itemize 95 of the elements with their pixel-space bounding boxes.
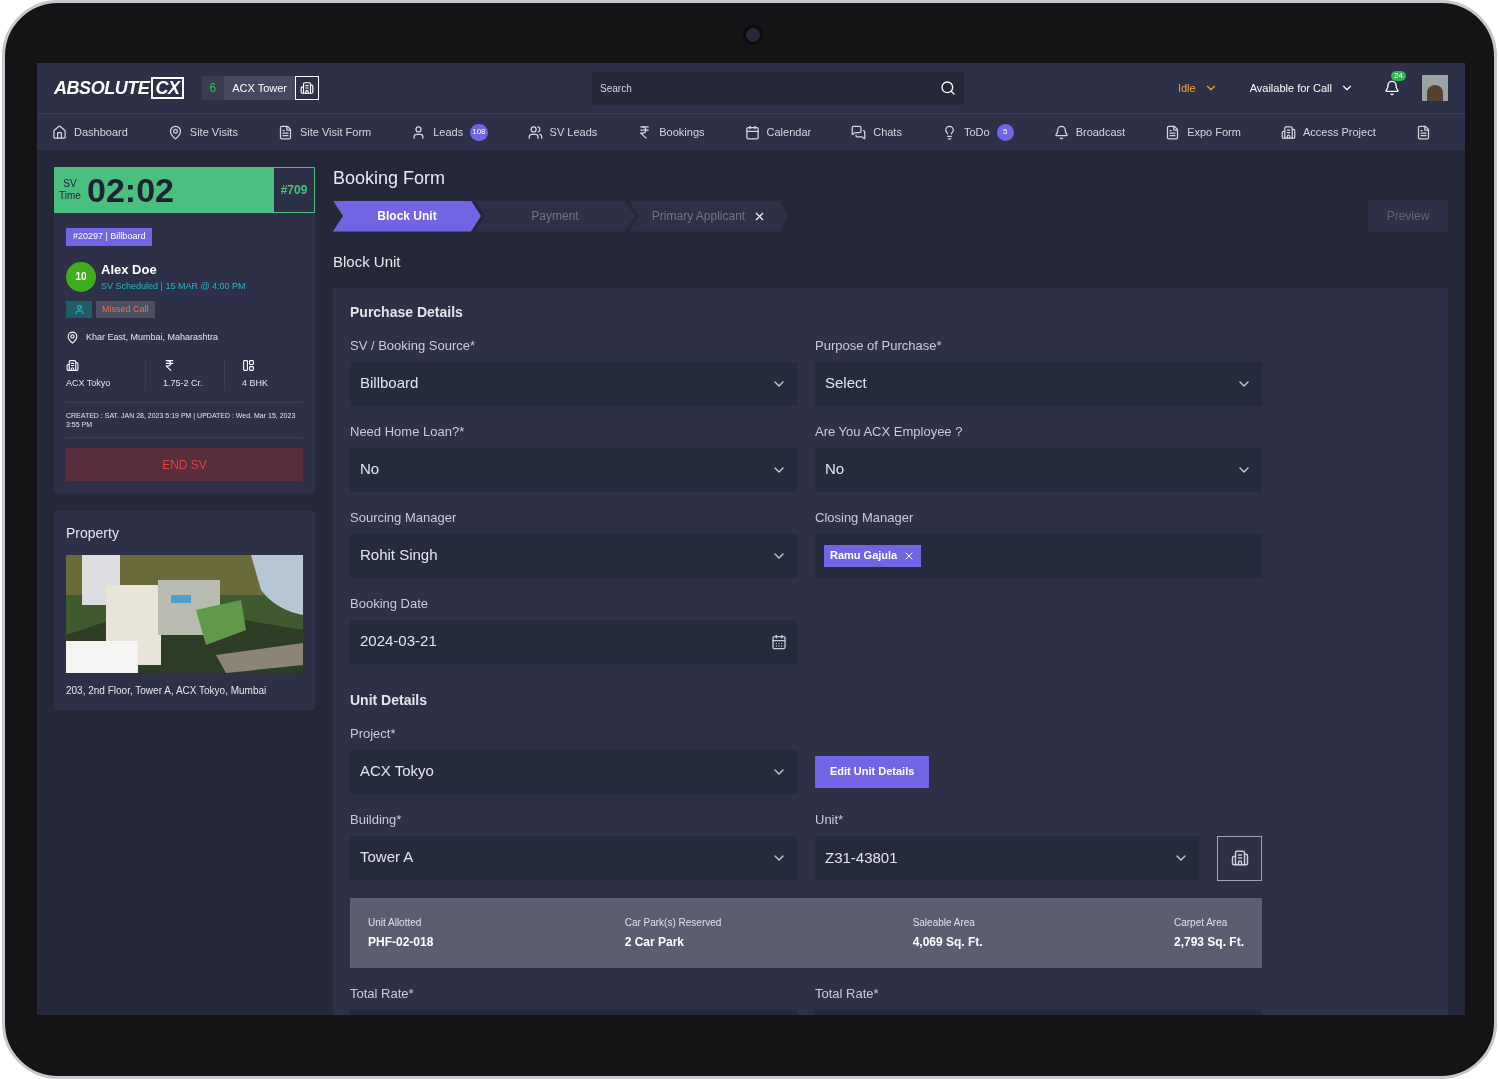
select-field[interactable]: No xyxy=(815,447,1262,492)
lead-stat: 4 BHK xyxy=(242,376,269,390)
nav-item[interactable]: Calendar xyxy=(744,123,812,141)
field-label: Closing Manager xyxy=(815,509,915,526)
property-address: 203, 2nd Floor, Tower A, ACX Tokyo, Mumbai xyxy=(66,685,268,697)
map-pin-icon xyxy=(66,331,79,345)
count-badge: 5 xyxy=(996,123,1014,141)
select-field[interactable]: Z31-43801 xyxy=(815,836,1199,880)
nav-item[interactable]: Leads 108 xyxy=(411,123,488,141)
timer-label: SV Time xyxy=(58,178,82,202)
step-tab[interactable]: Block Unit xyxy=(333,200,481,232)
call-status-tag: Missed Call xyxy=(96,301,155,318)
availability-dropdown[interactable]: Available for Call xyxy=(1249,79,1354,97)
section-title: Block Unit xyxy=(333,252,402,272)
summary-value: PHF-02-018 xyxy=(368,933,434,951)
building-icon xyxy=(300,81,315,95)
document-icon xyxy=(277,124,293,140)
summary-label: Saleable Area xyxy=(912,915,976,930)
summary-label: Car Park(s) Reserved xyxy=(624,915,722,930)
field-label: Total Rate* xyxy=(815,985,880,1002)
select-field[interactable]: Rohit Singh xyxy=(350,533,797,578)
date-field[interactable]: 2024-03-21 xyxy=(350,619,797,664)
lead-stat: 1.75-2 Cr. xyxy=(163,376,204,390)
summary-label: Unit Allotted xyxy=(368,915,423,930)
selected-tag[interactable]: Ramu Gajula xyxy=(824,544,922,567)
nav-item[interactable]: Site Visit Form xyxy=(277,123,372,141)
select-field[interactable]: ACX Tokyo xyxy=(350,749,797,794)
document-icon xyxy=(1165,124,1181,140)
people-icon xyxy=(527,124,543,140)
logo: ABSOLUTE CX xyxy=(54,74,184,102)
visit-schedule: SV Scheduled | 15 MAR @ 4:00 PM xyxy=(101,279,246,293)
timer-value: 02:02 xyxy=(87,173,174,207)
rupee-icon xyxy=(163,358,176,372)
nav-item[interactable]: ToDo 5 xyxy=(941,123,1014,141)
nav-item[interactable]: Chats xyxy=(851,123,902,141)
score-badge: 10 xyxy=(66,261,96,292)
summary-value: 4,069 Sq. Ft. xyxy=(912,933,983,951)
nav-item[interactable]: Site Visits xyxy=(167,123,238,141)
field-label: Building* xyxy=(350,811,403,828)
calendar-icon xyxy=(771,633,787,650)
document-icon[interactable] xyxy=(1415,124,1431,140)
building-icon xyxy=(1280,124,1296,140)
field-label: Total Rate* xyxy=(350,985,415,1002)
field-label: Need Home Loan?* xyxy=(350,423,466,440)
field-label: Booking Date xyxy=(350,595,430,612)
nav-item[interactable]: Access Project xyxy=(1280,123,1376,141)
property-title: Property xyxy=(66,524,120,543)
multi-select-field[interactable]: Ramu Gajula xyxy=(815,533,1262,578)
notification-badge: 24 xyxy=(1391,71,1406,81)
nav-item[interactable]: Bookings xyxy=(637,123,705,141)
nav-item[interactable]: Expo Form xyxy=(1165,123,1241,141)
project-selector[interactable]: 6 ACX Tower xyxy=(201,76,320,100)
nav-item[interactable]: SV Leads xyxy=(527,123,598,141)
select-field[interactable]: No xyxy=(350,447,797,492)
visit-number: #709 xyxy=(273,167,315,213)
select-field[interactable]: Select xyxy=(815,361,1262,406)
summary-value: 2,793 Sq. Ft. xyxy=(1173,933,1244,951)
field-label: Are You ACX Employee ? xyxy=(815,423,964,440)
person-icon xyxy=(411,124,427,140)
floor-plan-icon xyxy=(242,358,255,372)
building-icon xyxy=(1230,849,1249,867)
select-field[interactable]: Tower A xyxy=(350,835,797,880)
count-badge: 108 xyxy=(470,123,488,141)
nav-item[interactable]: Dashboard xyxy=(52,123,128,141)
edit-unit-details-button[interactable]: Edit Unit Details xyxy=(815,755,930,788)
search-field[interactable]: Search xyxy=(592,71,965,105)
lead-name: Alex Doe xyxy=(101,261,158,279)
field-label: SV / Booking Source* xyxy=(350,337,477,354)
home-icon xyxy=(52,124,67,140)
lead-location: Khar East, Mumbai, Maharashtra xyxy=(86,331,219,344)
calendar-icon xyxy=(744,124,760,140)
building-button[interactable] xyxy=(1217,835,1262,881)
bell-icon xyxy=(1053,124,1069,140)
summary-label: Carpet Area xyxy=(1173,915,1229,930)
notification-bell-icon[interactable] xyxy=(1384,80,1400,96)
summary-value: 2 Car Park xyxy=(624,933,686,951)
page-title: Booking Form xyxy=(333,167,447,187)
field-label: Purpose of Purchase* xyxy=(815,337,943,354)
group-title: Purchase Details xyxy=(350,302,464,320)
nav-item[interactable]: Broadcast xyxy=(1053,123,1126,141)
search-icon xyxy=(940,80,957,96)
chat-bubbles-icon xyxy=(851,124,867,140)
source-tag: #20297 | Billboard xyxy=(66,228,153,246)
status-dropdown[interactable]: Idle xyxy=(1177,79,1218,97)
group-title: Unit Details xyxy=(350,690,428,708)
field-label: Sourcing Manager xyxy=(350,509,458,526)
camera-icon xyxy=(743,25,763,45)
building-icon xyxy=(66,358,79,372)
map-pin-icon xyxy=(167,124,183,140)
field-label: Project* xyxy=(350,725,397,742)
search-input[interactable]: Search xyxy=(600,80,901,96)
select-field[interactable]: Billboard xyxy=(350,361,797,406)
field-label: Unit* xyxy=(815,811,845,828)
avatar[interactable] xyxy=(1422,75,1448,101)
lead-stat: ACX Tokyo xyxy=(66,376,112,390)
